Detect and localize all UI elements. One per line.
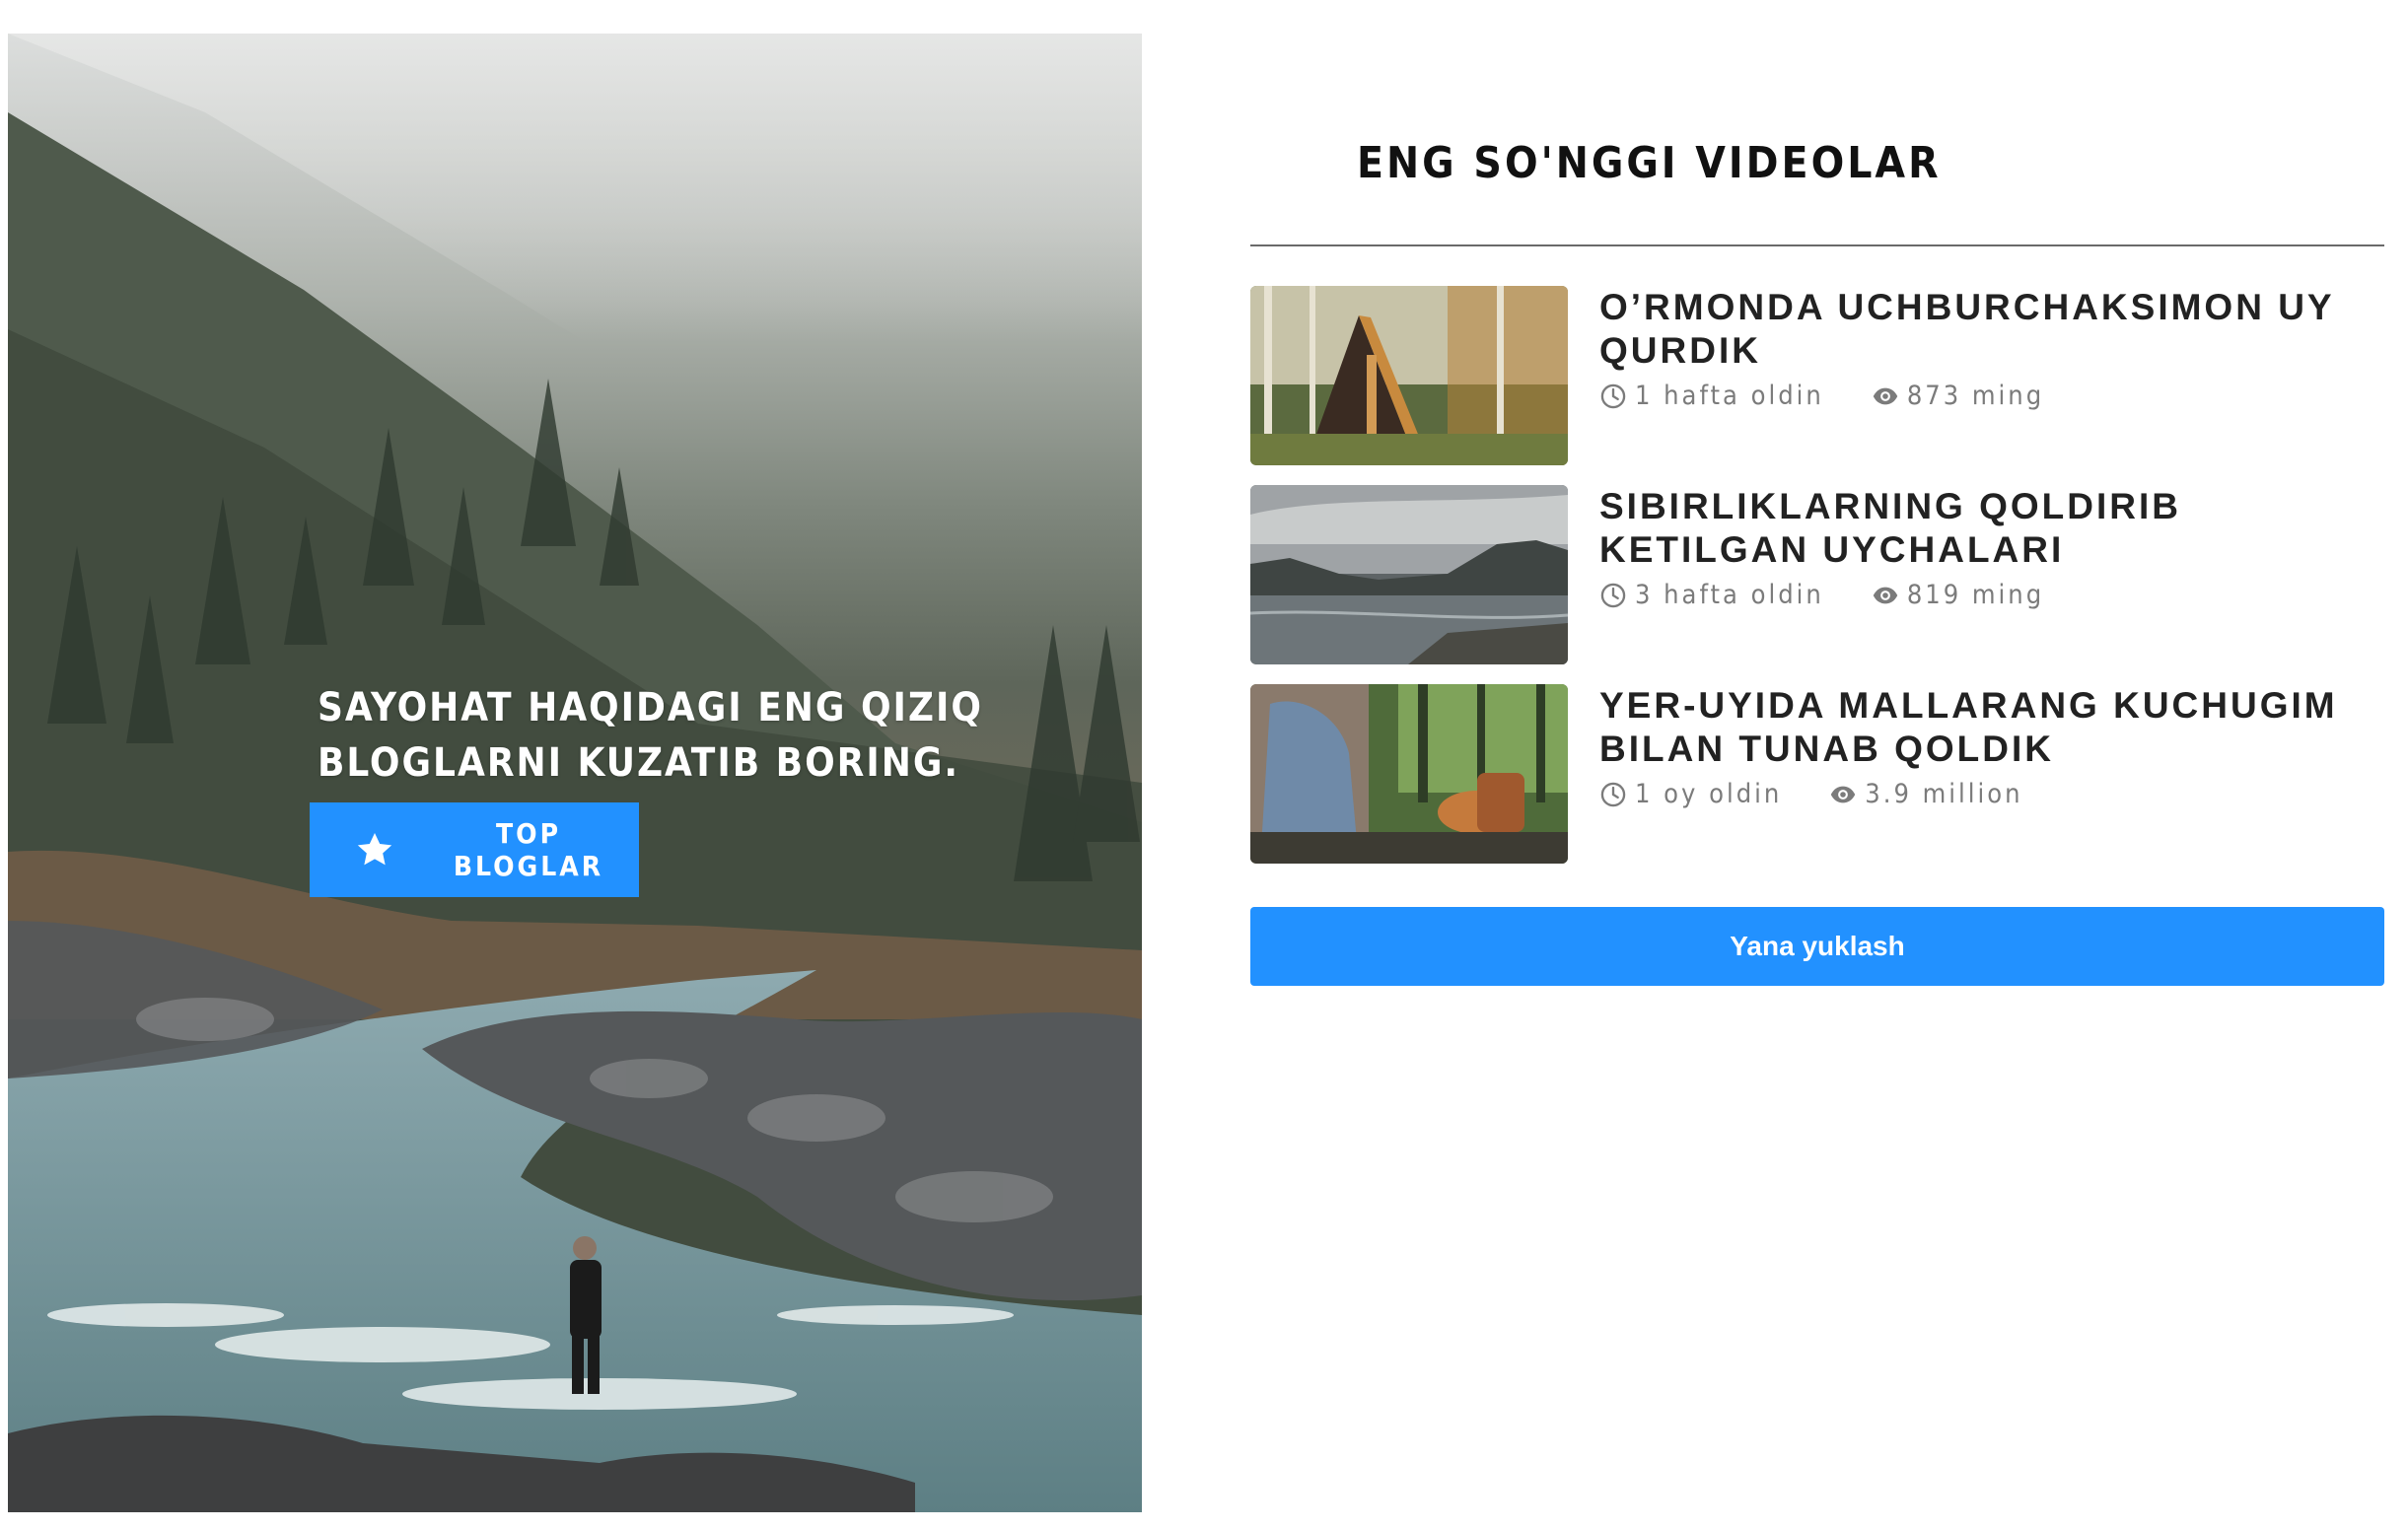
section-title: ENG SO'NGGI VIDEOLAR [1357,138,1942,188]
video-meta: 3 hafta oldin 819 ming [1599,580,2044,610]
video-time: 1 oy oldin [1635,779,1783,809]
clock-icon [1599,382,1627,410]
top-blogs-button[interactable]: TOP BLOGLAR [310,802,639,897]
clock-icon [1599,582,1627,609]
video-time: 1 hafta oldin [1635,381,1824,411]
video-meta: 1 oy oldin 3.9 million [1599,779,2023,809]
video-views: 3.9 million [1865,779,2023,809]
video-views-group: 3.9 million [1829,779,2022,809]
video-item[interactable]: SIBIRLIKLARNING QOLDIRIB KETILGAN UYCHAL… [1250,485,2384,664]
star-icon [355,830,394,869]
video-item[interactable]: O’RMONDA UCHBURCHAKSIMON UY QURDIK 1 haf… [1250,286,2384,465]
hero-headline: SAYOHAT HAQIDAGI ENG QIZIQ BLOGLARNI KUZ… [318,685,983,786]
hero-copy: SAYOHAT HAQIDAGI ENG QIZIQ BLOGLARNI KUZ… [318,680,983,791]
clock-icon [1599,781,1627,808]
eye-icon [1829,781,1857,808]
video-views-group: 873 ming [1872,381,2044,411]
hero-banner: SAYOHAT HAQIDAGI ENG QIZIQ BLOGLARNI KUZ… [8,34,1142,1512]
video-thumbnail[interactable] [1250,286,1568,465]
video-views: 819 ming [1906,580,2045,610]
load-more-button[interactable]: Yana yuklash [1250,907,2384,986]
video-title[interactable]: SIBIRLIKLARNING QOLDIRIB KETILGAN UYCHAL… [1599,485,2378,572]
top-blogs-label: TOP BLOGLAR [453,817,604,882]
video-time: 3 hafta oldin [1635,580,1824,610]
video-views: 873 ming [1906,381,2045,411]
video-views-group: 819 ming [1872,580,2044,610]
video-title[interactable]: YER-UYIDA MALLARANG KUCHUGIM BILAN TUNAB… [1599,684,2378,771]
video-thumbnail[interactable] [1250,684,1568,864]
video-thumbnail[interactable] [1250,485,1568,664]
video-meta: 1 hafta oldin 873 ming [1599,381,2044,411]
video-title[interactable]: O’RMONDA UCHBURCHAKSIMON UY QURDIK [1599,286,2378,373]
eye-icon [1872,582,1899,609]
eye-icon [1872,382,1899,410]
section-divider [1250,244,2384,246]
video-item[interactable]: YER-UYIDA MALLARANG KUCHUGIM BILAN TUNAB… [1250,684,2384,864]
